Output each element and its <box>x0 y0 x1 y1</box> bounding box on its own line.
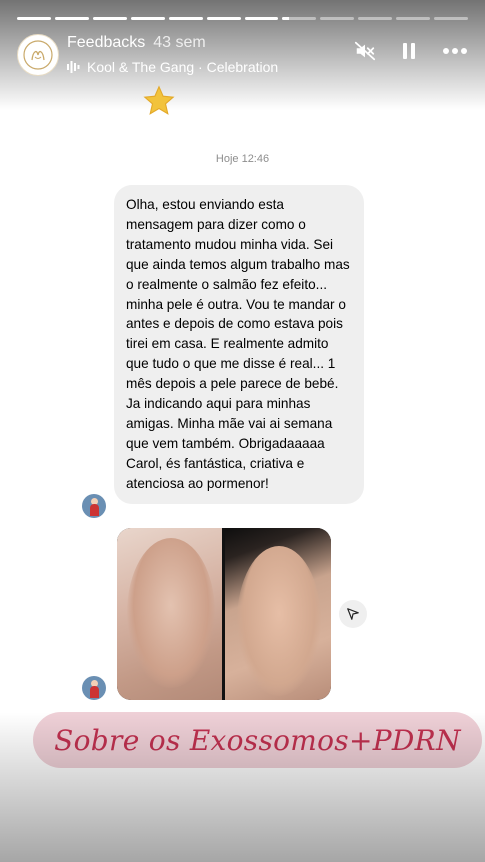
sender-avatar <box>82 676 106 700</box>
progress-segment <box>54 17 89 20</box>
story-header: Feedbacks 43 sem Kool & The Gang · Celebr… <box>17 34 468 78</box>
message-bubble: Olha, estou enviando esta mensagem para … <box>114 185 364 504</box>
progress-segment <box>130 17 165 20</box>
header-controls <box>354 40 468 62</box>
progress-segment <box>92 17 127 20</box>
progress-segment <box>168 17 203 20</box>
story-time: 43 sem <box>153 34 206 51</box>
more-dots-icon[interactable] <box>442 47 468 55</box>
progress-segment <box>358 17 393 20</box>
after-photo <box>225 528 331 700</box>
progress-segment <box>206 17 241 20</box>
before-photo <box>117 528 222 700</box>
send-icon <box>347 608 359 620</box>
chat-timestamp: Hoje 12:46 <box>215 153 270 165</box>
reply-input[interactable] <box>43 808 347 828</box>
progress-fill <box>206 17 241 20</box>
sender-avatar <box>82 494 106 518</box>
progress-fill <box>130 17 165 20</box>
story-actions <box>378 804 462 834</box>
progress-segment <box>282 17 317 20</box>
progress-segment <box>396 17 431 20</box>
logo-icon <box>23 40 53 70</box>
music-label: Kool & The Gang · Celebration <box>87 59 279 75</box>
before-after-photo[interactable] <box>117 528 331 700</box>
heart-icon[interactable] <box>378 804 410 834</box>
star-icon <box>143 85 175 115</box>
send-icon[interactable] <box>432 804 462 834</box>
music-bars-icon <box>67 61 80 73</box>
progress-fill <box>244 17 279 20</box>
progress-segment <box>244 17 279 20</box>
share-button[interactable] <box>339 600 367 628</box>
overlay-text: Sobre os Exossomos+PDRN <box>54 723 461 757</box>
music-attribution[interactable]: Kool & The Gang · Celebration <box>67 59 278 75</box>
account-name[interactable]: Feedbacks <box>67 34 145 51</box>
speaker-muted-icon[interactable] <box>354 40 376 62</box>
reply-field[interactable] <box>18 792 358 844</box>
progress-fill <box>17 17 51 20</box>
pause-icon[interactable] <box>400 41 418 61</box>
story-progress-bar <box>17 17 469 20</box>
progress-fill <box>168 17 203 20</box>
story-title-line: Feedbacks 43 sem <box>67 34 206 52</box>
progress-segment <box>17 17 51 20</box>
profile-avatar[interactable] <box>17 34 59 76</box>
progress-fill <box>282 17 290 20</box>
story-text-overlay: Sobre os Exossomos+PDRN <box>33 712 482 768</box>
progress-fill <box>54 17 89 20</box>
progress-fill <box>92 17 127 20</box>
progress-segment <box>434 17 469 20</box>
progress-segment <box>320 17 355 20</box>
story-viewer: Feedbacks 43 sem Kool & The Gang · Celebr… <box>0 0 485 862</box>
